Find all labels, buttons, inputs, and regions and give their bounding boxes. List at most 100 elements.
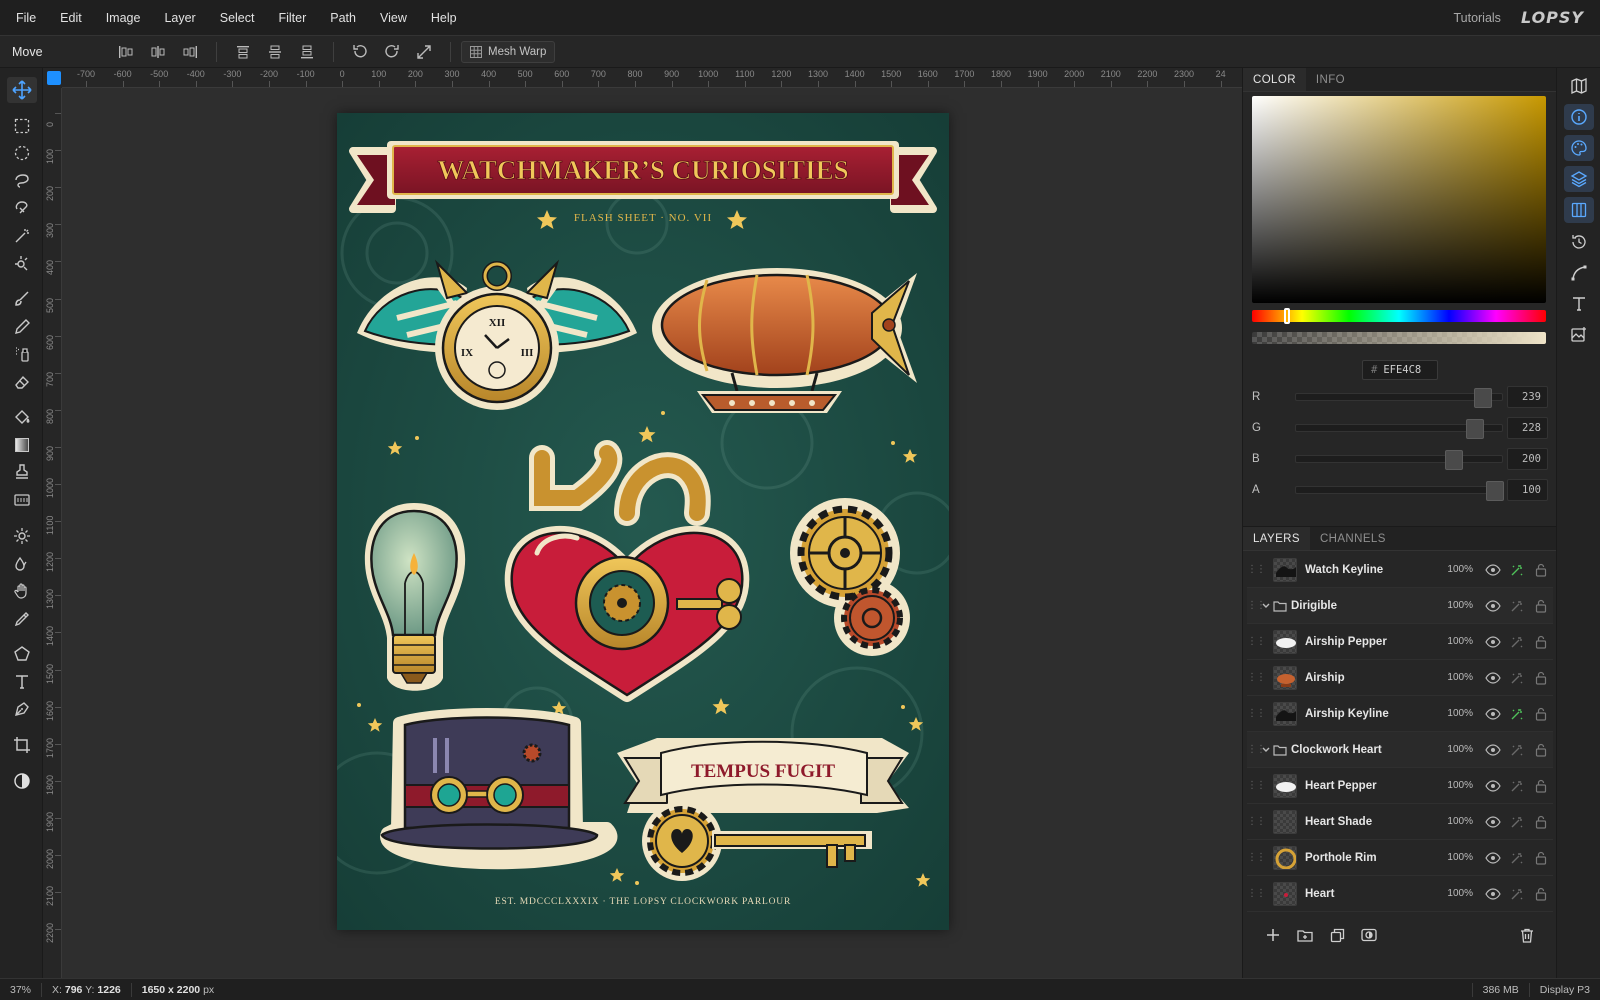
channel-value-input[interactable]: 200 — [1507, 448, 1548, 470]
crop-tool[interactable] — [7, 732, 37, 758]
dodge-tool[interactable] — [7, 523, 37, 549]
effects-icon[interactable] — [1505, 563, 1529, 577]
hex-input[interactable]: # EFE4C8 — [1362, 360, 1438, 380]
drag-handle-icon[interactable]: ⋮⋮ — [1247, 672, 1266, 683]
drag-handle-icon[interactable]: ⋮⋮ — [1247, 816, 1266, 827]
channel-slider-thumb[interactable] — [1474, 388, 1493, 408]
spray-tool[interactable] — [7, 341, 37, 367]
lasso-tool[interactable] — [7, 168, 37, 194]
layer-group-row[interactable]: ⋮⋮ Clockwork Heart 100% — [1247, 732, 1553, 768]
lock-icon[interactable] — [1529, 635, 1553, 649]
layer-row[interactable]: ⋮⋮ Heart Shade 100% — [1247, 804, 1553, 840]
align-bottom-button[interactable] — [292, 39, 322, 65]
eye-icon[interactable] — [1481, 779, 1505, 792]
shape-tool[interactable] — [7, 641, 37, 667]
channel-slider-thumb[interactable] — [1486, 481, 1504, 501]
chevron-down-icon[interactable] — [1259, 745, 1273, 755]
chevron-down-icon[interactable] — [1259, 601, 1273, 611]
lock-icon[interactable] — [1529, 671, 1553, 685]
layer-opacity[interactable]: 100% — [1443, 672, 1473, 683]
menu-image[interactable]: Image — [94, 0, 153, 36]
pattern-tool[interactable] — [7, 487, 37, 513]
layer-row[interactable]: ⋮⋮ Airship Keyline 100% — [1247, 696, 1553, 732]
drag-handle-icon[interactable]: ⋮⋮ — [1247, 564, 1266, 575]
drag-handle-icon[interactable]: ⋮⋮ — [1247, 744, 1266, 755]
image-panel-button[interactable] — [1564, 322, 1594, 348]
drag-handle-icon[interactable]: ⋮⋮ — [1247, 780, 1266, 791]
layer-opacity[interactable]: 100% — [1443, 852, 1473, 863]
gradient-tool[interactable] — [7, 432, 37, 458]
saturation-brightness-picker[interactable] — [1252, 96, 1546, 303]
channel-value-input[interactable]: 228 — [1507, 417, 1548, 439]
menu-path[interactable]: Path — [318, 0, 368, 36]
align-top-button[interactable] — [228, 39, 258, 65]
lock-icon[interactable] — [1529, 851, 1553, 865]
eye-icon[interactable] — [1481, 563, 1505, 576]
pencil-tool[interactable] — [7, 314, 37, 340]
move-tool[interactable] — [7, 77, 37, 103]
layer-opacity[interactable]: 100% — [1443, 600, 1473, 611]
eye-icon[interactable] — [1481, 815, 1505, 828]
channel-value-input[interactable]: 100 — [1507, 479, 1548, 501]
history-panel-button[interactable] — [1564, 229, 1594, 255]
layers-panel-button[interactable] — [1564, 166, 1594, 192]
character-panel-button[interactable] — [1564, 291, 1594, 317]
menu-file[interactable]: File — [0, 0, 48, 36]
mask-layer-button[interactable] — [1353, 923, 1385, 947]
text-tool[interactable] — [7, 669, 37, 695]
eye-icon[interactable] — [1481, 707, 1505, 720]
lock-icon[interactable] — [1529, 779, 1553, 793]
layer-row[interactable]: ⋮⋮ Airship Pepper 100% — [1247, 624, 1553, 660]
drag-handle-icon[interactable]: ⋮⋮ — [1247, 852, 1266, 863]
eye-icon[interactable] — [1481, 635, 1505, 648]
eye-icon[interactable] — [1481, 851, 1505, 864]
blur-tool[interactable] — [7, 551, 37, 577]
new-layer-button[interactable] — [1257, 923, 1289, 947]
layer-opacity[interactable]: 100% — [1443, 888, 1473, 899]
color-profile[interactable]: Display P3 — [1528, 982, 1600, 997]
effects-icon[interactable] — [1505, 671, 1529, 685]
eye-icon[interactable] — [1481, 743, 1505, 756]
eye-icon[interactable] — [1481, 887, 1505, 900]
layer-opacity[interactable]: 100% — [1443, 564, 1473, 575]
channel-slider-track[interactable] — [1295, 481, 1504, 501]
layer-list[interactable]: ⋮⋮ Watch Keyline 100% ⋮⋮ Dirigible 100% ⋮⋮ Airs… — [1247, 552, 1553, 912]
layer-row[interactable]: ⋮⋮ Airship 100% — [1247, 660, 1553, 696]
layer-row[interactable]: ⋮⋮ Porthole Rim 100% — [1247, 840, 1553, 876]
layer-row[interactable]: ⋮⋮ Watch Keyline 100% — [1247, 552, 1553, 588]
alpha-slider[interactable] — [1252, 332, 1546, 344]
rotate-ccw-button[interactable] — [345, 39, 375, 65]
fit-expand-button[interactable] — [409, 39, 439, 65]
paths-panel-button[interactable] — [1564, 260, 1594, 286]
new-group-button[interactable] — [1289, 923, 1321, 947]
hand-tool[interactable] — [7, 578, 37, 604]
lock-icon[interactable] — [1529, 599, 1553, 613]
layer-group-row[interactable]: ⋮⋮ Dirigible 100% — [1247, 588, 1553, 624]
eye-icon[interactable] — [1481, 599, 1505, 612]
ruler-vertical[interactable]: 0 100 200 300 400 500 600 700 800 900 1000 1100 1200… — [43, 88, 62, 978]
lock-icon[interactable] — [1529, 815, 1553, 829]
align-center-h-button[interactable] — [143, 39, 173, 65]
effects-icon[interactable] — [1505, 743, 1529, 757]
effects-icon[interactable] — [1505, 635, 1529, 649]
mesh-warp-button[interactable]: Mesh Warp — [461, 40, 556, 63]
drag-handle-icon[interactable]: ⋮⋮ — [1247, 708, 1266, 719]
layer-opacity[interactable]: 100% — [1443, 708, 1473, 719]
align-left-button[interactable] — [111, 39, 141, 65]
navigator-panel-button[interactable] — [1564, 73, 1594, 99]
channel-slider-track[interactable] — [1295, 450, 1503, 470]
ellipse-select-tool[interactable] — [7, 140, 37, 166]
layer-row[interactable]: ⋮⋮ Heart 100% — [1247, 876, 1553, 912]
effects-icon[interactable] — [1505, 599, 1529, 613]
effects-icon[interactable] — [1505, 851, 1529, 865]
drag-handle-icon[interactable]: ⋮⋮ — [1247, 600, 1266, 611]
hue-slider-handle[interactable] — [1284, 308, 1291, 324]
channels-panel-button[interactable] — [1564, 197, 1594, 223]
delete-layer-button[interactable] — [1511, 923, 1543, 947]
lock-icon[interactable] — [1529, 887, 1553, 901]
align-right-button[interactable] — [175, 39, 205, 65]
channel-value-input[interactable]: 239 — [1507, 386, 1548, 408]
duplicate-layer-button[interactable] — [1321, 923, 1353, 947]
fill-tool[interactable] — [7, 404, 37, 430]
drag-handle-icon[interactable]: ⋮⋮ — [1247, 888, 1266, 899]
